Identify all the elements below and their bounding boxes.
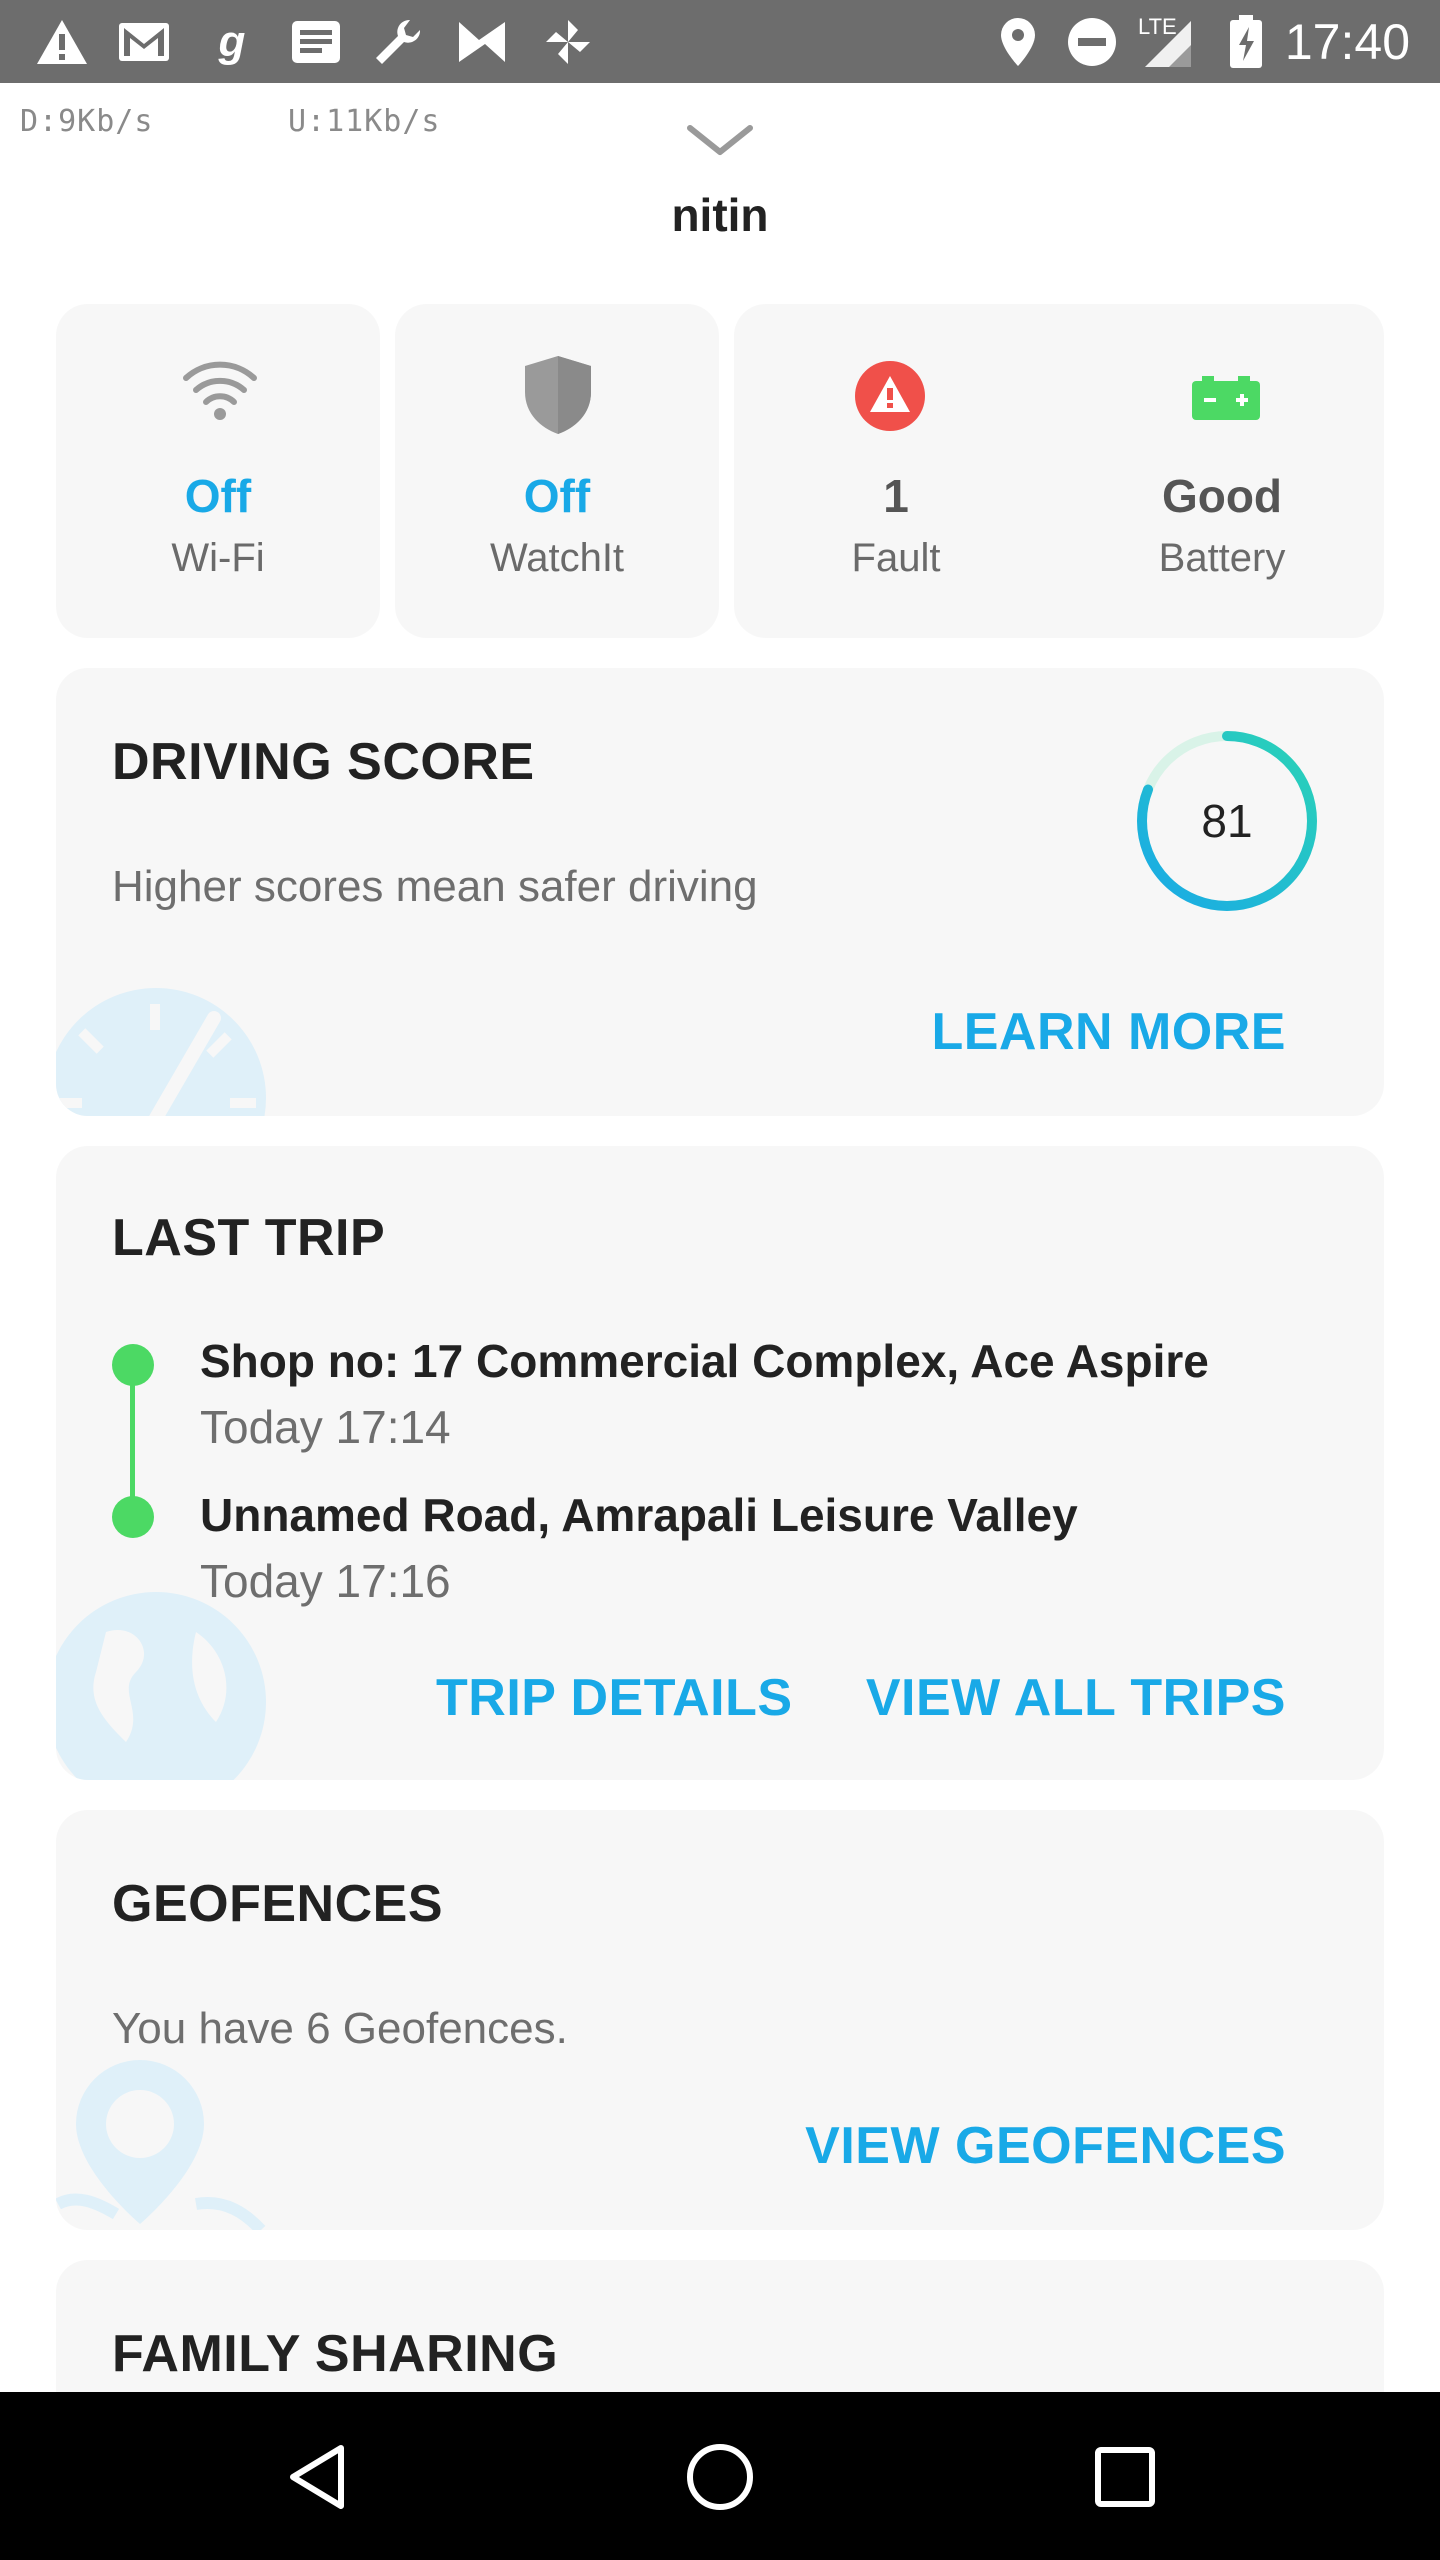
speedometer-icon (56, 948, 266, 1116)
trip-end-dot (112, 1496, 154, 1538)
watchit-label: WatchIt (489, 536, 625, 580)
network-type: LTE (1138, 14, 1177, 39)
wrench-icon (370, 14, 426, 70)
message-icon (288, 14, 344, 70)
trip-route-line (130, 1364, 135, 1514)
download-speed: D:9Kb/s (20, 104, 154, 139)
watchit-status: Off (523, 470, 591, 522)
fault-battery-tile[interactable]: 1 Fault Good Battery (734, 304, 1384, 638)
upload-speed: U:11Kb/s (288, 104, 441, 139)
trip-end-time: Today 17:16 (200, 1555, 451, 1607)
wifi-tile[interactable]: Off Wi-Fi (56, 304, 380, 638)
pinwheel-icon (540, 14, 596, 70)
driving-score-card: DRIVING SCORE Higher scores mean safer d… (56, 668, 1384, 1116)
battery-charging-icon (1218, 14, 1274, 70)
trip-end-place: Unnamed Road, Amrapali Leisure Valley (200, 1489, 1078, 1541)
score-ring: 81 (1134, 728, 1320, 914)
navigation-bar (0, 2392, 1440, 2560)
geofences-count-text: You have 6 Geofences. (112, 2004, 568, 2053)
gmail-icon (116, 14, 172, 70)
home-icon[interactable] (675, 2432, 765, 2522)
chevron-down-icon[interactable] (684, 120, 756, 160)
watchit-tile[interactable]: Off WatchIt (395, 304, 719, 638)
battery-icon (1192, 376, 1260, 425)
vehicle-username: nitin (671, 189, 769, 241)
view-all-trips-link[interactable]: VIEW ALL TRIPS (866, 1668, 1286, 1728)
trip-start-dot (112, 1344, 154, 1386)
trip-start-time: Today 17:14 (200, 1401, 451, 1453)
shield-icon (523, 354, 593, 441)
clock: 17:40 (1284, 14, 1410, 70)
map-pin-icon (56, 2054, 266, 2230)
trip-start-place: Shop no: 17 Commercial Complex, Ace Aspi… (200, 1335, 1209, 1387)
globe-icon (56, 1592, 266, 1780)
driving-score-title: DRIVING SCORE (112, 733, 535, 791)
warning-icon (34, 14, 90, 70)
wifi-status: Off (184, 470, 252, 522)
score-value: 81 (1201, 795, 1253, 847)
battery-status: Good (1161, 470, 1283, 522)
n-icon (454, 14, 510, 70)
driving-score-subtitle: Higher scores mean safer driving (112, 862, 758, 911)
wifi-label: Wi-Fi (171, 536, 265, 580)
battery-label: Battery (1158, 536, 1286, 580)
wifi-icon (182, 356, 258, 427)
g-icon: g (218, 17, 246, 66)
location-icon (990, 14, 1046, 70)
family-sharing-title: FAMILY SHARING (112, 2325, 559, 2383)
trip-details-link[interactable]: TRIP DETAILS (436, 1668, 793, 1728)
fault-label: Fault (851, 536, 941, 580)
geofences-title: GEOFENCES (112, 1875, 443, 1933)
last-trip-card[interactable]: LAST TRIP Shop no: 17 Commercial Complex… (56, 1146, 1384, 1780)
geofences-card[interactable]: GEOFENCES You have 6 Geofences. VIEW GEO… (56, 1810, 1384, 2230)
signal-icon: LTE (1138, 14, 1194, 70)
back-icon[interactable] (272, 2432, 362, 2522)
status-bar: g LTE 17:40 (0, 0, 1440, 83)
recents-icon[interactable] (1080, 2432, 1170, 2522)
do-not-disturb-icon (1064, 14, 1120, 70)
view-geofences-link[interactable]: VIEW GEOFENCES (805, 2116, 1286, 2176)
fault-count: 1 (883, 470, 909, 522)
learn-more-link[interactable]: LEARN MORE (931, 1002, 1286, 1062)
fault-warning-icon (854, 360, 926, 437)
last-trip-title: LAST TRIP (112, 1209, 386, 1267)
